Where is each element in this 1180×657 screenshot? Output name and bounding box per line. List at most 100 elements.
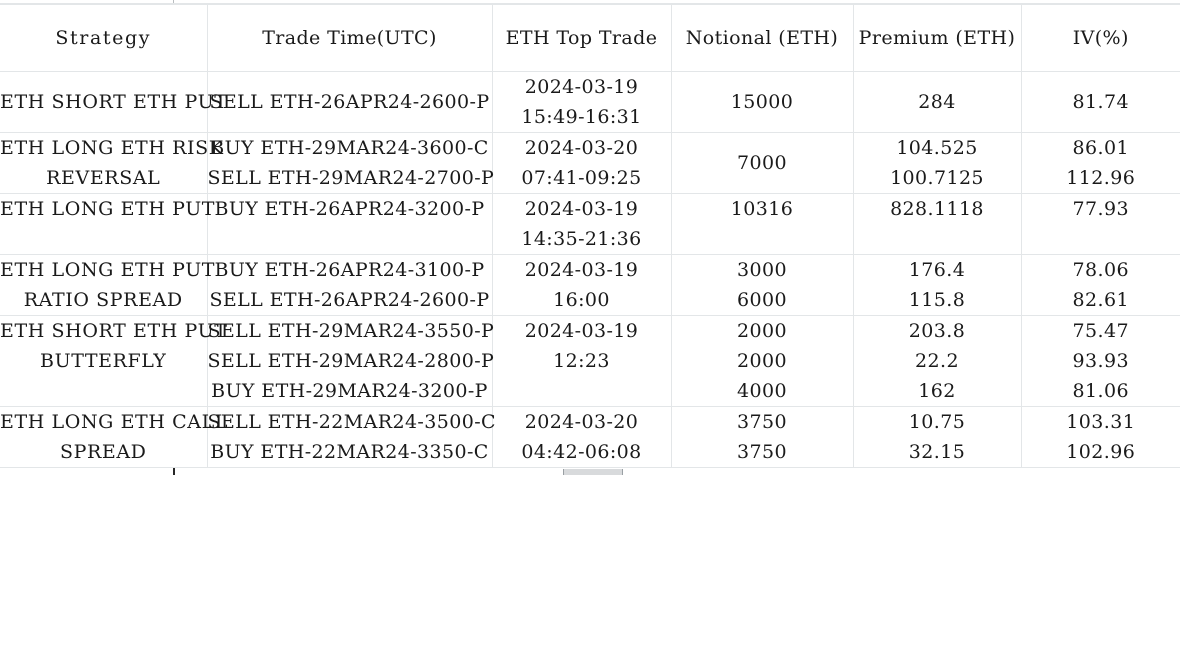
cell-lines: BUY ETH-29MAR24-3600-C SELL ETH-29MAR24-2… [207, 133, 495, 193]
cell-lines: 103.31 102.96 [1022, 407, 1180, 467]
cell-lines: SELL ETH-29MAR24-3550-P SELL ETH-29MAR24-… [207, 316, 495, 406]
cell-line: ETH LONG ETH PUT [0, 198, 216, 220]
cell-lines: 78.06 82.61 [1022, 255, 1180, 315]
cell-line: ETH LONG ETH PUT [0, 259, 216, 281]
cell-top_trade: BUY ETH-26APR24-3100-P SELL ETH-26APR24-2… [206, 254, 493, 316]
cell-iv: 77.93 [1020, 193, 1180, 255]
cell-line: SELL ETH-26APR24-2600-P [209, 91, 490, 113]
cell-lines: 2024-03-20 07:41-09:25 [493, 133, 671, 193]
table-row: ETH LONG ETH PUT BUY ETH-26APR24-3200-P 20… [0, 193, 1180, 255]
table-row: ETH SHORT ETH PUT BUTTERFLY SELL ETH-29MAR… [0, 315, 1180, 407]
cell-line: 75.47 [1072, 320, 1129, 342]
cell-line: 10.75 [908, 411, 966, 433]
cell-premium: 10.75 32.15 [852, 406, 1022, 468]
cutoff-row-below [0, 468, 1180, 475]
cell-line: 2000 [737, 350, 787, 372]
cell-lines: 10.75 32.15 [854, 407, 1021, 467]
cell-lines: 3750 3750 [672, 407, 853, 467]
cell-line: 176.4 [908, 259, 966, 281]
cell-notional: 2000 2000 4000 [670, 315, 854, 407]
cell-line: BUY ETH-29MAR24-3200-P [211, 380, 488, 402]
cell-iv: 103.31 102.96 [1020, 406, 1180, 468]
table-row: ETH LONG ETH RISK REVERSAL BUY ETH-29MAR24… [0, 132, 1180, 194]
cell-line: 100.7125 [890, 167, 984, 189]
cell-premium: 203.8 22.2 162 [852, 315, 1022, 407]
cell-lines: ETH LONG ETH PUT RATIO SPREAD [0, 255, 216, 315]
cell-lines: SELL ETH-22MAR24-3500-C BUY ETH-22MAR24-3… [207, 407, 496, 467]
cell-strategy: ETH LONG ETH PUT RATIO SPREAD [0, 254, 216, 316]
cell-line: 16:00 [553, 289, 610, 311]
cell-top_trade: SELL ETH-22MAR24-3500-C BUY ETH-22MAR24-3… [206, 406, 496, 468]
cell-lines: 86.01 112.96 [1022, 133, 1180, 193]
cell-lines: 104.525 100.7125 [854, 133, 1021, 193]
cell-line: BUY ETH-22MAR24-3350-C [210, 441, 489, 463]
cell-lines: ETH LONG ETH RISK REVERSAL [0, 133, 224, 193]
cell-trade_time: 2024-03-19 12:23 [491, 315, 672, 407]
cell-line: SELL ETH-29MAR24-2800-P [207, 350, 495, 372]
cell-lines: 2024-03-19 14:35-21:36 [493, 194, 671, 254]
cell-lines: ETH SHORT ETH PUT [0, 87, 228, 117]
cutoff-column-divider [173, 0, 174, 3]
eth-top-trade-table: Strategy Trade Time(UTC) ETH Top Trade N… [0, 4, 1180, 468]
cell-line: 7000 [737, 152, 787, 174]
cell-line: 2024-03-20 [524, 411, 639, 433]
cell-line: 15:49-16:31 [521, 106, 642, 128]
cell-line: RATIO SPREAD [23, 289, 183, 311]
cell-lines: 10316 [672, 194, 853, 224]
cell-lines: 15000 [672, 87, 853, 117]
cell-premium: 284 [852, 71, 1022, 133]
cell-lines: 828.1118 [854, 194, 1021, 224]
cell-lines: 2024-03-19 12:23 [493, 316, 671, 376]
cell-line: SPREAD [59, 441, 147, 463]
cell-line: 112.96 [1066, 167, 1136, 189]
cell-line: 78.06 [1072, 259, 1129, 281]
cell-line: 81.06 [1072, 380, 1129, 402]
cell-lines: 284 [854, 87, 1021, 117]
cell-lines: 2024-03-20 04:42-06:08 [493, 407, 671, 467]
cell-premium: 176.4 115.8 [852, 254, 1022, 316]
cell-line: 10316 [730, 198, 794, 220]
cell-lines: ETH LONG ETH CALL SPREAD [0, 407, 227, 467]
cell-lines: 203.8 22.2 162 [854, 316, 1021, 406]
table-header-row: Strategy Trade Time(UTC) ETH Top Trade N… [0, 4, 1180, 72]
cell-iv: 78.06 82.61 [1020, 254, 1180, 316]
cell-line: ETH LONG ETH RISK [0, 137, 224, 159]
cell-line: SELL ETH-29MAR24-2700-P [207, 167, 495, 189]
cell-trade_time: 2024-03-19 15:49-16:31 [491, 71, 672, 133]
cell-line: 2024-03-19 [524, 320, 639, 342]
cell-notional: 3000 6000 [670, 254, 854, 316]
cell-line: BUY ETH-26APR24-3200-P [214, 198, 485, 220]
cell-line: SELL ETH-22MAR24-3500-C [207, 411, 496, 433]
cell-line: ETH SHORT ETH PUT [0, 320, 228, 342]
cell-line: REVERSAL [46, 167, 161, 189]
cell-lines: BUY ETH-26APR24-3200-P [208, 194, 492, 224]
cell-lines: ETH SHORT ETH PUT BUTTERFLY [0, 316, 228, 376]
cell-line: 828.1118 [890, 198, 984, 220]
cell-line: 2000 [737, 320, 787, 342]
cell-line: 3750 [737, 411, 787, 433]
cell-line: BUY ETH-29MAR24-3600-C [210, 137, 489, 159]
cell-line: 2024-03-19 [524, 259, 639, 281]
cell-line: 12:23 [553, 350, 610, 372]
cell-line: BUY ETH-26APR24-3100-P [214, 259, 485, 281]
cell-line: 77.93 [1072, 198, 1129, 220]
cell-notional: 7000 [670, 132, 854, 194]
cell-line: SELL ETH-29MAR24-3550-P [207, 320, 495, 342]
cell-line: ETH SHORT ETH PUT [0, 91, 228, 113]
cell-line: 3750 [737, 441, 787, 463]
cell-line: 203.8 [908, 320, 966, 342]
table-header: Strategy Trade Time(UTC) ETH Top Trade N… [0, 4, 1180, 72]
cell-notional: 10316 [670, 193, 854, 255]
cell-line: 07:41-09:25 [521, 167, 642, 189]
cell-line: 6000 [737, 289, 787, 311]
table-row: ETH LONG ETH CALL SPREAD SELL ETH-22MAR24-… [0, 406, 1180, 468]
cell-line: 81.74 [1072, 91, 1129, 113]
cell-lines: ETH LONG ETH PUT [0, 194, 216, 224]
column-header-premium: Premium (ETH) [852, 4, 1022, 72]
cell-line: 162 [918, 380, 956, 402]
cell-top_trade: BUY ETH-29MAR24-3600-C SELL ETH-29MAR24-2… [206, 132, 495, 194]
cell-line: 2024-03-19 [524, 76, 639, 98]
cell-lines: 2000 2000 4000 [672, 316, 853, 406]
column-header-strategy: Strategy [0, 4, 208, 72]
cell-lines: 2024-03-19 15:49-16:31 [493, 72, 671, 132]
